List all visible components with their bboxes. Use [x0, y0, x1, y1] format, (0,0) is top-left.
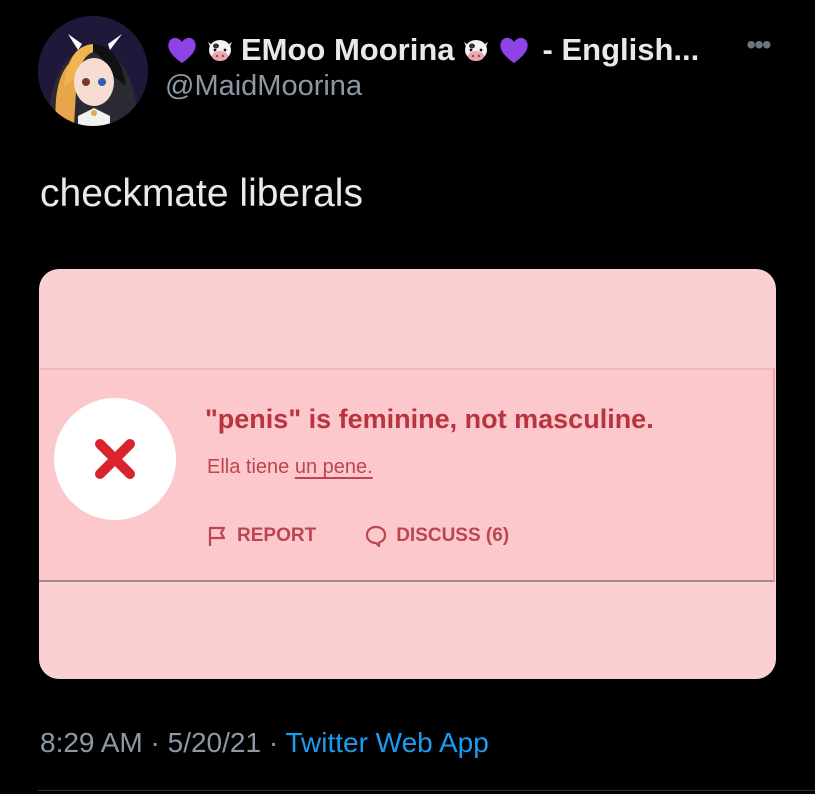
purple-heart-icon: [165, 33, 199, 67]
example-prefix: Ella tiene: [207, 456, 295, 478]
tweet-date[interactable]: 5/20/21: [168, 727, 261, 758]
discuss-button: DISCUSS (6): [364, 524, 509, 548]
discuss-label: DISCUSS (6): [396, 525, 510, 546]
author-handle[interactable]: @MaidMoorina: [165, 70, 362, 103]
speech-bubble-icon: [366, 525, 387, 548]
feedback-panel: "penis" is feminine, not masculine. Ella…: [39, 368, 775, 582]
purple-heart-icon: [497, 33, 531, 67]
cow-face-icon: [459, 33, 493, 67]
meta-separator: ·: [142, 727, 168, 758]
incorrect-badge: [54, 398, 176, 520]
author-display-name: EMoo Moorina: [241, 32, 455, 67]
more-options-icon[interactable]: •••: [738, 29, 778, 60]
author-name-row[interactable]: EMoo Moorina - English...: [165, 26, 699, 74]
tweet-source-link[interactable]: Twitter Web App: [285, 727, 488, 758]
cow-face-icon: [203, 33, 237, 67]
tweet-time[interactable]: 8:29 AM: [40, 727, 143, 758]
report-button: REPORT: [205, 524, 316, 548]
tweet-meta: 8:29 AM · 5/20/21 · Twitter Web App: [40, 727, 489, 759]
author-display-name-suffix: - English...: [542, 32, 700, 67]
flag-icon: [208, 526, 226, 546]
feedback-title: "penis" is feminine, not masculine.: [205, 404, 654, 434]
report-label: REPORT: [237, 525, 317, 546]
red-x-icon: [95, 439, 135, 479]
divider: [38, 790, 815, 791]
feedback-actions: REPORT DISCUSS (6): [205, 524, 509, 548]
tweet-text: checkmate liberals: [40, 172, 363, 215]
feedback-example: Ella tiene un pene.: [207, 456, 373, 479]
avatar[interactable]: [38, 16, 148, 126]
tweet-media-image[interactable]: "penis" is feminine, not masculine. Ella…: [39, 269, 776, 679]
example-underlined: un pene.: [294, 456, 373, 478]
meta-separator: ·: [261, 727, 286, 758]
